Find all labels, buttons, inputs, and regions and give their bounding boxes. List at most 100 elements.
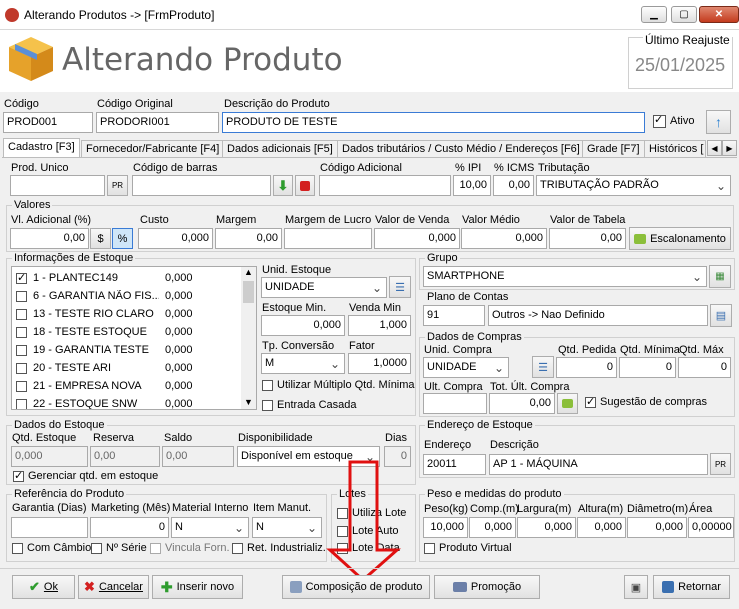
ativo-checkbox[interactable]	[653, 113, 666, 131]
dollar-button[interactable]: $	[90, 228, 111, 249]
list-item-checkbox[interactable]	[16, 271, 27, 284]
marketing-field[interactable]: 0	[90, 517, 169, 538]
margem-lucro-field[interactable]	[284, 228, 372, 249]
list-scrollbar[interactable]: ▲ ▼	[241, 267, 256, 409]
list-item-checkbox[interactable]	[16, 344, 27, 356]
unid-compra-list-button[interactable]: ☰	[532, 356, 554, 378]
serie-checkbox[interactable]	[91, 543, 102, 557]
diametro-field[interactable]: 0,000	[627, 517, 687, 538]
estoque-list[interactable]: 1 - PLANTEC1490,0006 - GARANTIA NÃO FIS.…	[11, 266, 257, 410]
custo-field[interactable]: 0,000	[138, 228, 213, 249]
codigo-original-field[interactable]: PRODORI001	[96, 112, 219, 133]
list-item[interactable]: 21 - EMPRESA NOVA 0,000	[16, 377, 256, 395]
unid-list-button[interactable]: ☰	[389, 276, 411, 298]
list-item-checkbox[interactable]	[16, 380, 27, 392]
area-field[interactable]: 0,00000	[688, 517, 734, 538]
pr-button[interactable]: PR	[107, 175, 128, 196]
fator-field[interactable]: 1,0000	[348, 353, 411, 374]
qtd-minima-field[interactable]: 0	[619, 357, 676, 378]
print-button[interactable]: ▣	[624, 575, 648, 599]
list-item[interactable]: 19 - GARANTIA TESTE 0,000	[16, 341, 256, 359]
endereco-field[interactable]: 20011	[423, 454, 486, 475]
grupo-tree-button[interactable]: ▦	[709, 265, 731, 288]
list-item[interactable]: 18 - TESTE ESTOQUE 0,000	[16, 323, 256, 341]
gerenciar-checkbox[interactable]	[13, 469, 24, 485]
material-interno-select[interactable]: N	[171, 517, 249, 538]
entrada-casada-checkbox[interactable]	[262, 400, 273, 414]
list-item-checkbox[interactable]	[16, 398, 27, 409]
plano-desc-field[interactable]: Outros -> Nao Definido	[488, 305, 708, 326]
tab-historicos[interactable]: Históricos [	[644, 140, 706, 158]
scroll-thumb[interactable]	[243, 281, 254, 303]
valor-tabela-field[interactable]: 0,00	[549, 228, 626, 249]
tab-dados-tributarios[interactable]: Dados tributários / Custo Médio / Endere…	[337, 140, 585, 158]
plano-code-field[interactable]: 91	[423, 305, 485, 326]
tot-ult-compra-field[interactable]: 0,00	[489, 393, 555, 414]
ret-industrializ-checkbox[interactable]	[232, 543, 243, 557]
com-cambio-checkbox[interactable]	[12, 543, 23, 557]
endereco-desc-field[interactable]: AP 1 - MÁQUINA	[489, 454, 708, 475]
prod-unico-field[interactable]	[10, 175, 105, 196]
percent-button[interactable]: %	[112, 228, 133, 249]
list-item[interactable]: 13 - TESTE RIO CLARO 0,000	[16, 305, 256, 323]
scroll-down-icon[interactable]: ▼	[244, 397, 253, 407]
endereco-pr-button[interactable]: PR	[710, 453, 731, 475]
list-item[interactable]: 1 - PLANTEC149 0,000	[16, 269, 256, 287]
scroll-up-icon[interactable]: ▲	[244, 267, 253, 277]
peso-field[interactable]: 10,000	[423, 517, 468, 538]
tab-scroll-right[interactable]: ▶	[722, 140, 737, 156]
tab-fornecedor[interactable]: Fornecedor/Fabricante [F4]	[81, 140, 225, 158]
compras-tag-button[interactable]	[557, 393, 578, 414]
item-manut-select[interactable]: N	[252, 517, 322, 538]
venda-min-field[interactable]: 1,000	[348, 315, 411, 336]
ok-button[interactable]: ✔ Ok	[12, 575, 75, 599]
list-item-checkbox[interactable]	[16, 362, 27, 374]
ipi-field[interactable]: 10,00	[453, 175, 491, 196]
tributacao-select[interactable]: TRIBUTAÇÃO PADRÃO	[536, 175, 731, 196]
escalonamento-button[interactable]: Escalonamento	[629, 227, 731, 250]
barcode-button[interactable]	[295, 175, 315, 196]
list-item[interactable]: 6 - GARANTIA NÃO FIS... 0,000	[16, 287, 256, 305]
close-button[interactable]: ✕	[699, 6, 739, 23]
estoque-min-field[interactable]: 0,000	[261, 315, 345, 336]
upload-button[interactable]: ↑	[706, 110, 731, 134]
icms-field[interactable]: 0,00	[493, 175, 534, 196]
maximize-button[interactable]: ▢	[671, 6, 697, 23]
promocao-button[interactable]: Promoção	[434, 575, 540, 599]
comp-field[interactable]: 0,000	[469, 517, 516, 538]
vl-adicional-field[interactable]: 0,00	[10, 228, 89, 249]
list-item-checkbox[interactable]	[16, 290, 27, 302]
qtd-max-field[interactable]: 0	[678, 357, 731, 378]
inserir-novo-button[interactable]: ✚ Inserir novo	[152, 575, 243, 599]
retornar-button[interactable]: Retornar	[653, 575, 730, 599]
minimize-button[interactable]: ▁	[641, 6, 667, 23]
valor-medio-field[interactable]: 0,000	[461, 228, 547, 249]
tab-grade[interactable]: Grade [F7]	[582, 140, 645, 158]
valor-venda-field[interactable]: 0,000	[374, 228, 460, 249]
codigo-barras-field[interactable]	[132, 175, 271, 196]
cancelar-button[interactable]: ✖ Cancelar	[78, 575, 149, 599]
descricao-field[interactable]: PRODUTO DE TESTE	[222, 112, 645, 133]
unid-compra-select[interactable]: UNIDADE	[423, 357, 509, 378]
qtd-pedida-field[interactable]: 0	[556, 357, 617, 378]
list-item[interactable]: 22 - ESTOQUE SNW 0,000	[16, 395, 256, 409]
largura-field[interactable]: 0,000	[517, 517, 576, 538]
margem-field[interactable]: 0,00	[215, 228, 282, 249]
tp-conversao-select[interactable]: M	[261, 353, 345, 374]
unid-estoque-select[interactable]: UNIDADE	[261, 277, 387, 298]
plano-search-button[interactable]: ▤	[710, 304, 732, 327]
garantia-field[interactable]	[11, 517, 88, 538]
list-item-checkbox[interactable]	[16, 308, 27, 320]
grupo-select[interactable]: SMARTPHONE	[423, 266, 707, 287]
codigo-adicional-field[interactable]	[319, 175, 451, 196]
codigo-field[interactable]: PROD001	[3, 112, 93, 133]
tab-dados-adicionais[interactable]: Dados adicionais [F5]	[222, 140, 338, 158]
sugestao-checkbox[interactable]	[585, 395, 596, 411]
tab-cadastro[interactable]: Cadastro [F3]	[3, 138, 80, 158]
ult-compra-field[interactable]	[423, 393, 487, 414]
down-arrow-button[interactable]: ⬇	[273, 175, 293, 196]
produto-virtual-checkbox[interactable]	[424, 543, 435, 557]
altura-field[interactable]: 0,000	[577, 517, 626, 538]
multiplo-checkbox[interactable]	[262, 380, 273, 394]
list-item[interactable]: 20 - TESTE ARI 0,000	[16, 359, 256, 377]
